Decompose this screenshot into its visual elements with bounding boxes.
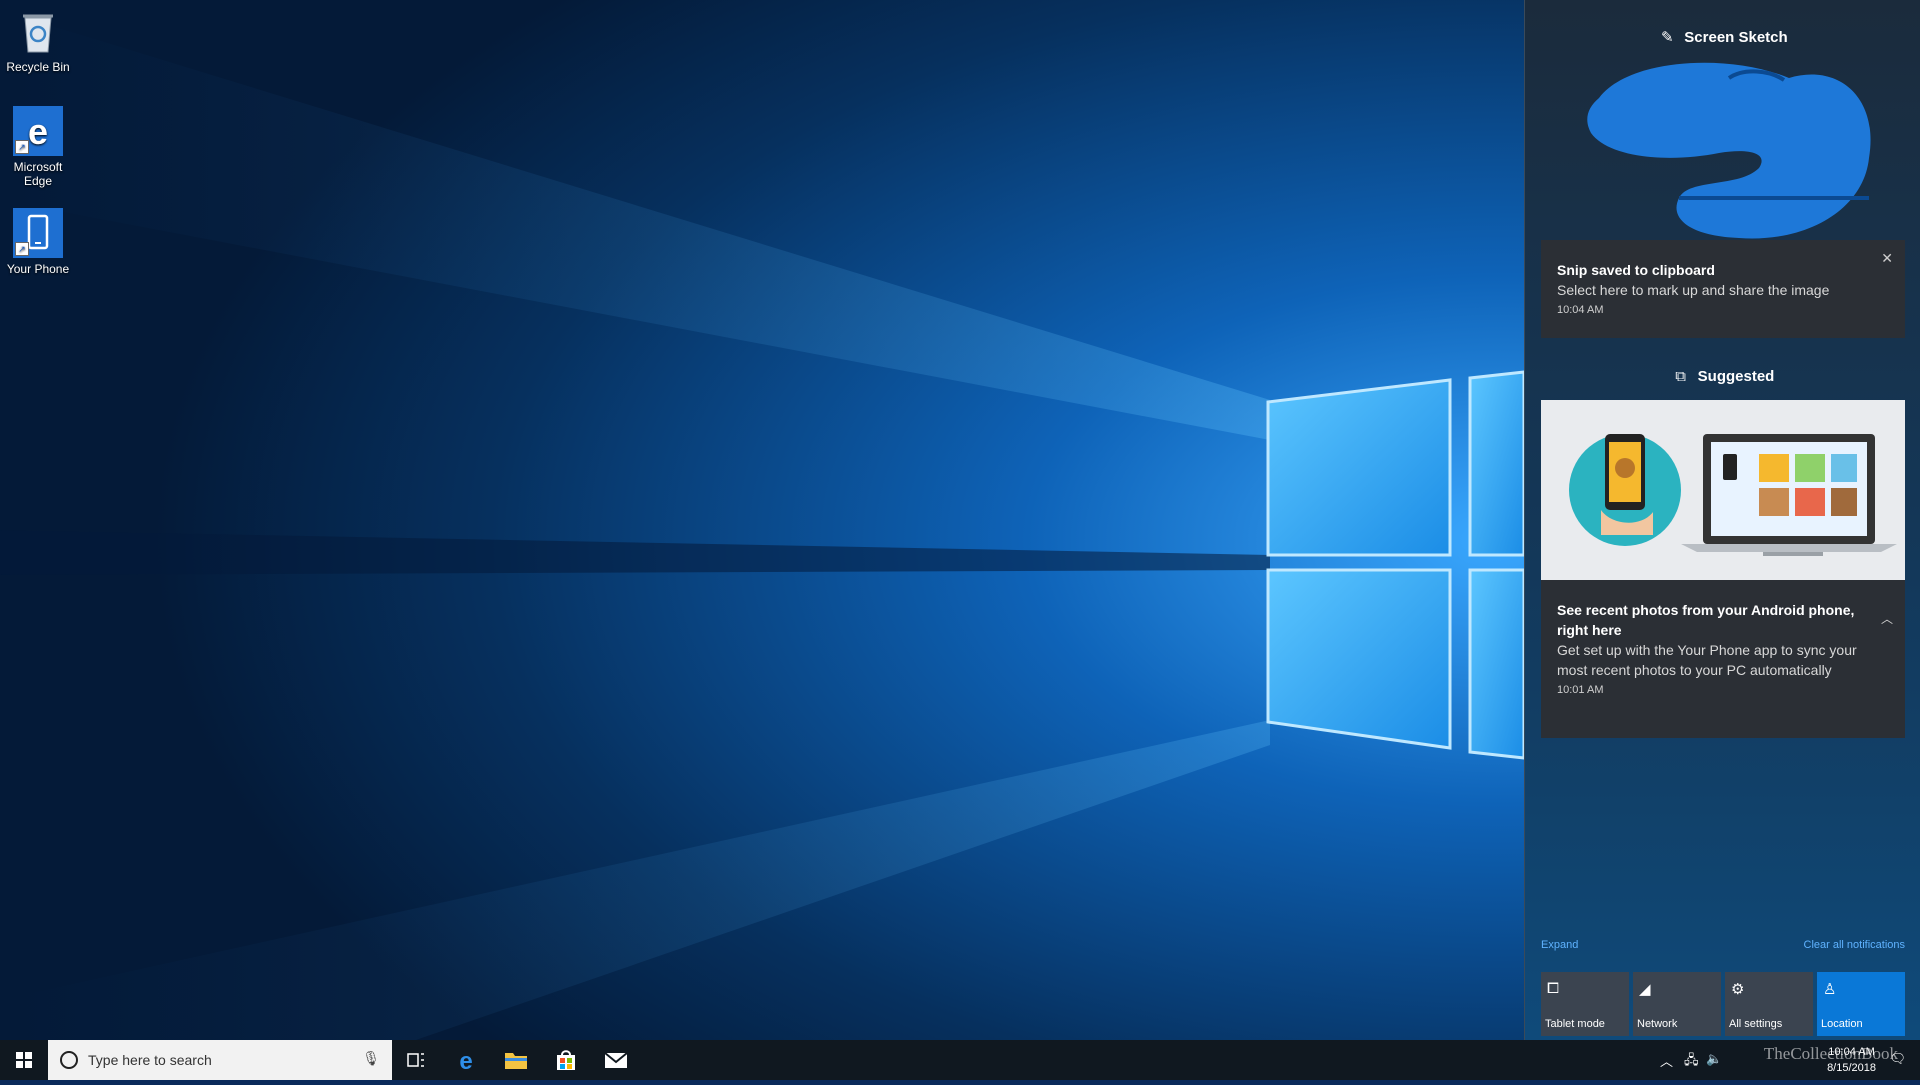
notification-snip-saved[interactable]: Snip saved to clipboard Select here to m… [1541, 240, 1905, 338]
network-tray-icon[interactable]: 🖧 [1684, 1051, 1699, 1073]
clear-all-notifications-link[interactable]: Clear all notifications [1804, 939, 1906, 951]
svg-text:e: e [28, 111, 48, 152]
cortana-icon [60, 1051, 78, 1069]
edge-icon: e [459, 1048, 472, 1072]
location-icon: ♙ [1823, 981, 1837, 998]
network-icon: ◢ [1639, 981, 1651, 998]
chevron-up-icon[interactable]: ︿ [1660, 1051, 1673, 1070]
edge-icon: e ↗ [13, 106, 63, 156]
suggested-group-header: ⧉ Suggested [1525, 368, 1920, 385]
notification-body: Select here to mark up and share the ima… [1557, 282, 1830, 298]
taskbar-file-explorer-button[interactable] [492, 1040, 540, 1080]
watermark: TheCollectionBook [1763, 1044, 1898, 1063]
notification-title: Snip saved to clipboard [1557, 262, 1715, 278]
mail-icon [604, 1052, 628, 1068]
quick-action-network[interactable]: ◢ Network [1633, 972, 1721, 1036]
taskbar-edge-button[interactable]: e [442, 1040, 490, 1080]
taskbar: Type here to search 🎙 e ︿ 🖧 🔈 10:04 AM 8… [0, 1040, 1920, 1080]
quick-action-location[interactable]: ♙ Location [1817, 972, 1905, 1036]
notification-time: 10:04 AM [1557, 304, 1604, 316]
expand-link[interactable]: Expand [1541, 939, 1578, 951]
chevron-up-icon[interactable]: ︿ [1881, 610, 1893, 627]
shortcut-arrow-icon: ↗ [15, 140, 29, 154]
desktop-icon-label: Microsoft Edge [13, 160, 63, 188]
svg-text:e: e [459, 1048, 472, 1072]
notification-title: See recent photos from your Android phon… [1557, 602, 1855, 638]
phone-icon: ↗ [13, 208, 63, 258]
notification-body: Get set up with the Your Phone app to sy… [1557, 642, 1857, 678]
quick-action-tablet-mode[interactable]: ⧠ Tablet mode [1541, 972, 1629, 1036]
task-view-icon [407, 1053, 424, 1067]
desktop-icon-label: Your Phone [6, 262, 70, 276]
action-center-panel: ✎ Screen Sketch Snip saved to clipboard S… [1524, 0, 1920, 1040]
search-placeholder: Type here to search [88, 1052, 212, 1068]
microphone-icon[interactable]: 🎙 [362, 1050, 380, 1067]
close-icon[interactable]: ✕ [1881, 250, 1893, 267]
notification-suggested-your-phone[interactable]: See recent photos from your Android phon… [1541, 400, 1905, 738]
shortcut-arrow-icon: ↗ [15, 242, 29, 256]
desktop-icon-your-phone[interactable]: ↗ Your Phone [0, 208, 76, 276]
task-view-button[interactable] [392, 1040, 440, 1080]
desktop-icon-label: Recycle Bin [6, 60, 70, 74]
volume-icon[interactable]: 🔈 [1706, 1051, 1722, 1067]
windows-logo-icon [16, 1052, 32, 1068]
start-button[interactable] [0, 1040, 48, 1080]
desktop-icon-microsoft-edge[interactable]: e ↗ Microsoft Edge [0, 106, 76, 188]
gear-icon: ⚙ [1731, 981, 1745, 998]
snip-preview-image[interactable] [1569, 58, 1879, 240]
suggested-icon: ⧉ [1675, 368, 1687, 385]
screen-sketch-group-header: ✎ Screen Sketch [1525, 28, 1920, 46]
recycle-bin-icon [13, 6, 63, 56]
quick-action-all-settings[interactable]: ⚙ All settings [1725, 972, 1813, 1036]
tablet-mode-icon: ⧠ [1547, 980, 1560, 997]
desktop-icon-recycle-bin[interactable]: Recycle Bin [0, 6, 76, 74]
notification-time: 10:01 AM [1557, 684, 1604, 696]
store-icon [557, 1050, 575, 1070]
taskbar-store-button[interactable] [542, 1040, 590, 1080]
screen-sketch-icon: ✎ [1661, 29, 1674, 46]
your-phone-illustration [1541, 400, 1905, 580]
search-input[interactable]: Type here to search 🎙 [48, 1040, 392, 1080]
folder-icon [505, 1053, 527, 1069]
taskbar-mail-button[interactable] [592, 1040, 640, 1080]
